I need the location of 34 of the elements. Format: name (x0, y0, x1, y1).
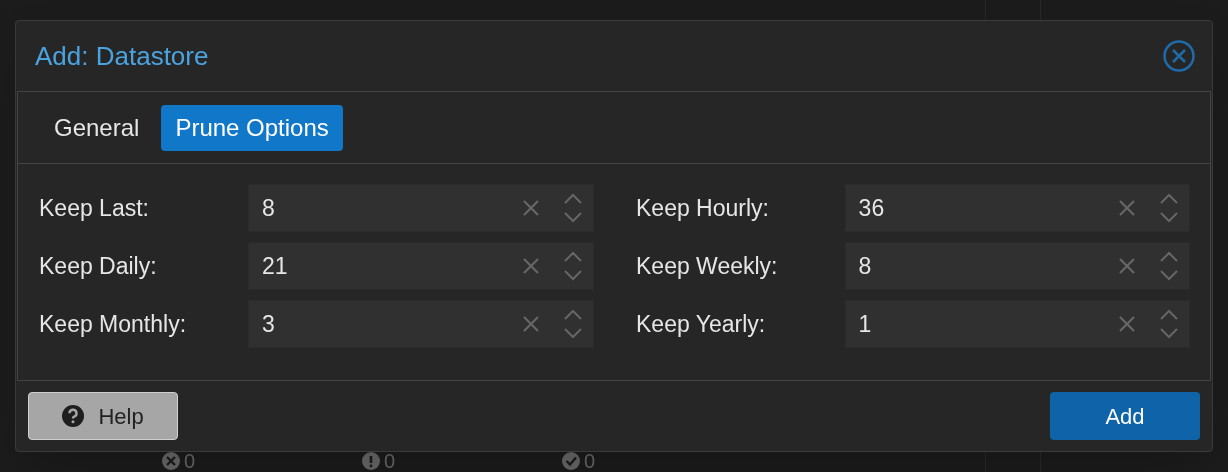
help-icon (62, 405, 85, 427)
tab[interactable]: General (40, 104, 154, 151)
close-icon[interactable] (1162, 39, 1196, 73)
number-field[interactable]: 8 (844, 242, 1190, 290)
number-field[interactable]: 1 (844, 300, 1190, 348)
help-button[interactable]: Help (28, 392, 178, 440)
spinner-icon[interactable] (563, 250, 583, 282)
clear-icon[interactable] (521, 198, 541, 218)
number-field[interactable]: 36 (844, 184, 1190, 232)
tab[interactable]: Prune Options (161, 104, 343, 151)
field-label: Keep Monthly: (38, 309, 188, 339)
spinner-icon[interactable] (563, 308, 583, 340)
field-label: Keep Yearly: (635, 309, 767, 339)
number-field[interactable]: 8 (248, 184, 594, 232)
dialog-title: Add: Datastore (35, 39, 209, 73)
number-field[interactable]: 21 (248, 242, 594, 290)
field-label: Keep Weekly: (635, 251, 779, 281)
clear-icon[interactable] (521, 256, 541, 276)
field-label: Keep Hourly: (635, 193, 770, 223)
status-count: 0 (584, 451, 596, 471)
clear-icon[interactable] (1117, 198, 1137, 218)
clear-icon[interactable] (1117, 314, 1137, 334)
field-label: Keep Daily: (38, 251, 158, 281)
spinner-icon[interactable] (1159, 308, 1179, 340)
field-label: Keep Last: (38, 193, 150, 223)
status-count: 0 (184, 451, 196, 471)
spinner-icon[interactable] (1159, 250, 1179, 282)
spinner-icon[interactable] (563, 192, 583, 224)
add-button[interactable]: Add (1050, 392, 1200, 440)
number-field[interactable]: 3 (248, 300, 594, 348)
spinner-icon[interactable] (1159, 192, 1179, 224)
clear-icon[interactable] (521, 314, 541, 334)
status-count: 0 (384, 451, 396, 471)
clear-icon[interactable] (1117, 256, 1137, 276)
